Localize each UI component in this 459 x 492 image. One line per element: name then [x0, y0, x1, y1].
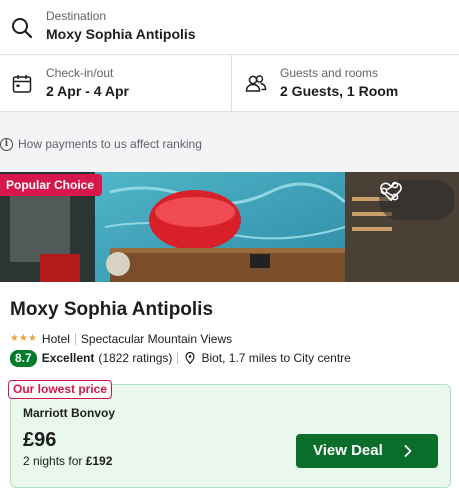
- hotel-location: Biot, 1.7 miles to City centre: [201, 351, 351, 365]
- divider: [177, 352, 179, 364]
- star-icon: ★: [18, 333, 28, 344]
- ranking-disclaimer-link[interactable]: i How payments to us affect ranking: [0, 136, 202, 152]
- map-pin-icon: [185, 352, 196, 364]
- heart-icon[interactable]: [379, 180, 403, 202]
- search-summary: Destination Moxy Sophia Antipolis Check-…: [0, 0, 459, 112]
- destination-label: Destination: [46, 9, 107, 23]
- hotel-feature: Spectacular Mountain Views: [80, 332, 233, 346]
- star-rating: ★ ★ ★: [10, 334, 37, 344]
- rating-word: Excellent: [41, 351, 95, 365]
- destination-field[interactable]: Destination Moxy Sophia Antipolis: [0, 0, 459, 55]
- hotel-name[interactable]: Moxy Sophia Antipolis: [10, 299, 213, 321]
- divider: [74, 333, 76, 345]
- info-icon: i: [0, 137, 13, 151]
- guests-icon: [245, 75, 267, 92]
- deal-total: 2 nights for £192: [23, 454, 112, 468]
- popular-choice-badge: Popular Choice: [0, 174, 103, 196]
- deal-provider: Marriott Bonvoy: [23, 406, 116, 420]
- lowest-price-badge: Our lowest price: [8, 380, 113, 399]
- nights-text: 2 nights for: [23, 454, 86, 468]
- view-deal-label: View Deal: [313, 442, 383, 459]
- guests-label: Guests and rooms: [280, 66, 379, 80]
- total-price: £192: [85, 454, 113, 468]
- review-score-badge: 8.7: [10, 349, 37, 367]
- hotel-photo[interactable]: Popular Choice: [0, 172, 459, 282]
- dates-label: Check-in/out: [46, 66, 114, 80]
- guests-value: 2 Guests, 1 Room: [280, 83, 399, 99]
- photo-action-group: [379, 180, 455, 220]
- search-icon: [12, 18, 33, 39]
- dates-field[interactable]: Check-in/out 2 Apr - 4 Apr: [0, 55, 232, 112]
- hotel-result-card[interactable]: Popular Choice Moxy Sophia Antipolis ★ ★…: [0, 172, 459, 492]
- calendar-icon: [12, 75, 32, 93]
- star-icon: ★: [27, 333, 37, 344]
- guests-field[interactable]: Guests and rooms 2 Guests, 1 Room: [232, 55, 459, 112]
- ranking-disclaimer-text: How payments to us affect ranking: [18, 137, 202, 151]
- deal-price: £96: [23, 429, 57, 451]
- star-icon: ★: [10, 333, 19, 344]
- rating-count: (1822 ratings): [98, 351, 173, 365]
- chevron-right-icon: [404, 445, 412, 457]
- hotel-meta: ★ ★ ★ Hotel Spectacular Mountain Views: [10, 332, 232, 346]
- destination-value: Moxy Sophia Antipolis: [46, 26, 196, 42]
- dates-value: 2 Apr - 4 Apr: [46, 83, 129, 99]
- rating-row: 8.7 Excellent (1822 ratings) Biot, 1.7 m…: [10, 349, 351, 367]
- hotel-type: Hotel: [41, 332, 70, 346]
- view-deal-button[interactable]: View Deal: [296, 434, 438, 468]
